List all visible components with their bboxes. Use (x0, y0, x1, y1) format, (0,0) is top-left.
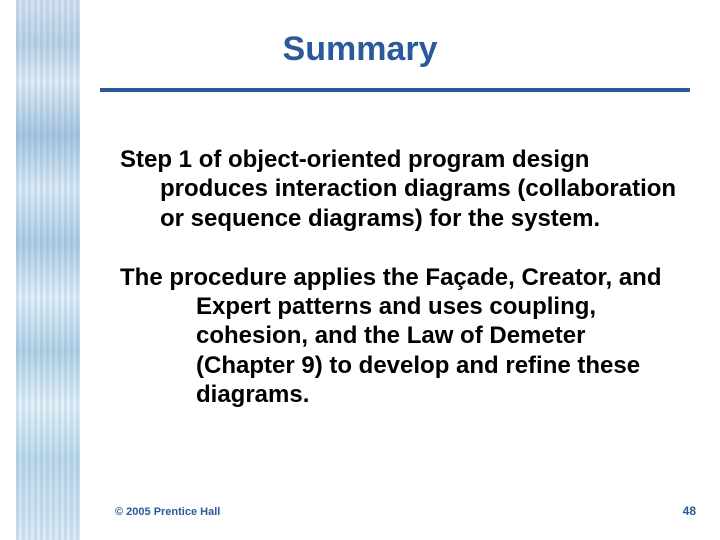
paragraph-1: Step 1 of object-oriented program design… (120, 145, 680, 233)
slide-title: Summary (0, 30, 720, 69)
page-number: 48 (683, 504, 696, 518)
slide-body: Step 1 of object-oriented program design… (120, 145, 680, 409)
decorative-sidebar (16, 0, 80, 540)
title-underline (100, 88, 690, 92)
copyright-text: © 2005 Prentice Hall (115, 506, 220, 518)
paragraph-2: The procedure applies the Façade, Creato… (120, 263, 680, 409)
